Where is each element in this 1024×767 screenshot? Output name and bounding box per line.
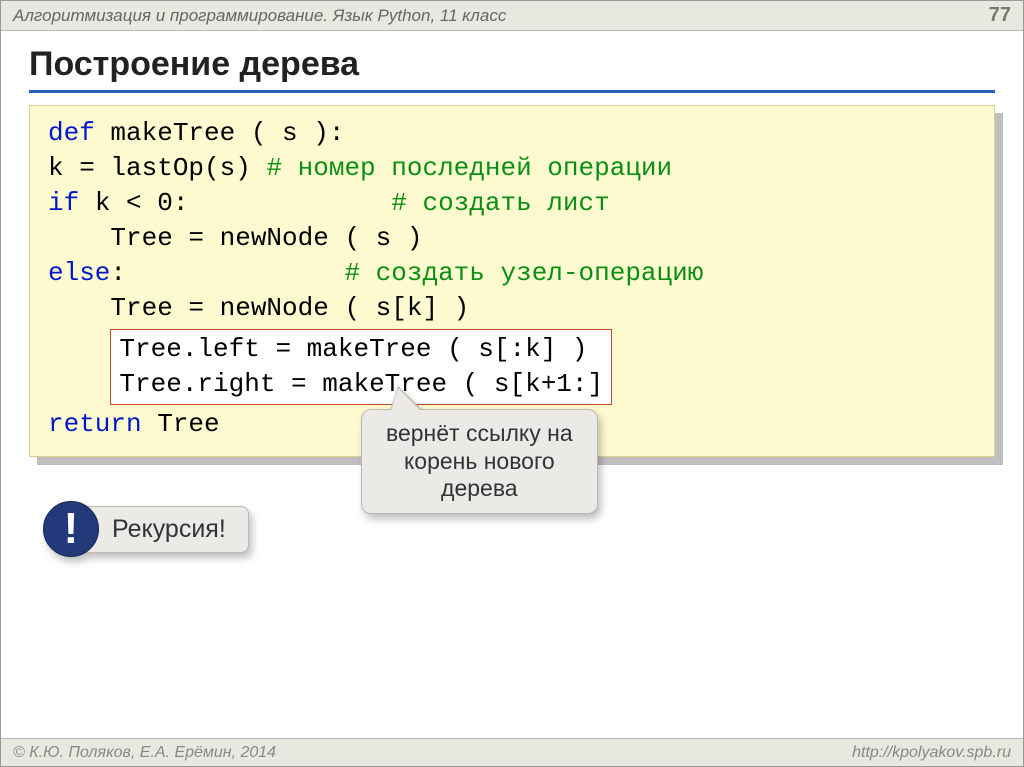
badge-label: Рекурсия! (81, 506, 249, 553)
code-line-8: Tree.right = makeTree ( s[k+1:] (119, 369, 603, 399)
comment-3: # создать узел-операцию (344, 258, 703, 288)
kw-return: return (48, 409, 142, 439)
slide: Алгоритмизация и программирование. Язык … (0, 0, 1024, 767)
code-line-1: def makeTree ( s ): (48, 116, 976, 151)
code-block: def makeTree ( s ): k = lastOp(s) # номе… (29, 105, 995, 457)
kw-else: else (48, 258, 110, 288)
slide-title: Построение дерева (1, 31, 1023, 90)
code-line-6: Tree = newNode ( s[k] ) (48, 291, 976, 326)
code-line-5: else: # создать узел-операцию (48, 256, 976, 291)
code-line-4: Tree = newNode ( s ) (48, 221, 976, 256)
course-title: Алгоритмизация и программирование. Язык … (13, 6, 506, 26)
recursion-badge: ! Рекурсия! (43, 501, 249, 557)
footer-right: http://kpolyakov.spb.ru (852, 744, 1011, 762)
code-line-2: k = lastOp(s) # номер последней операции (48, 151, 976, 186)
code-line-3: if k < 0: # создать лист (48, 186, 976, 221)
kw-if: if (48, 188, 79, 218)
footer-left: © К.Ю. Поляков, Е.А. Ерёмин, 2014 (13, 744, 276, 762)
page-number: 77 (989, 4, 1011, 27)
topbar: Алгоритмизация и программирование. Язык … (1, 1, 1023, 31)
code-box: def makeTree ( s ): k = lastOp(s) # номе… (29, 105, 995, 457)
callout-line-3: дерева (386, 475, 573, 503)
kw-def: def (48, 118, 95, 148)
title-underline (29, 90, 995, 93)
footer: © К.Ю. Поляков, Е.А. Ерёмин, 2014 http:/… (1, 738, 1023, 766)
callout-line-2: корень нового (386, 448, 573, 476)
comment-2: # создать лист (391, 188, 609, 218)
callout-box: вернёт ссылку на корень нового дерева (361, 409, 598, 514)
recursive-calls: Tree.left = makeTree ( s[:k] ) Tree.right… (48, 327, 976, 407)
comment-1: # номер последней операции (266, 153, 672, 183)
highlight-box: Tree.left = makeTree ( s[:k] ) Tree.right… (110, 329, 612, 405)
callout-line-1: вернёт ссылку на (386, 420, 573, 448)
code-line-7: Tree.left = makeTree ( s[:k] ) (119, 334, 587, 364)
callout: вернёт ссылку на корень нового дерева (361, 409, 598, 514)
exclamation-icon: ! (43, 501, 99, 557)
